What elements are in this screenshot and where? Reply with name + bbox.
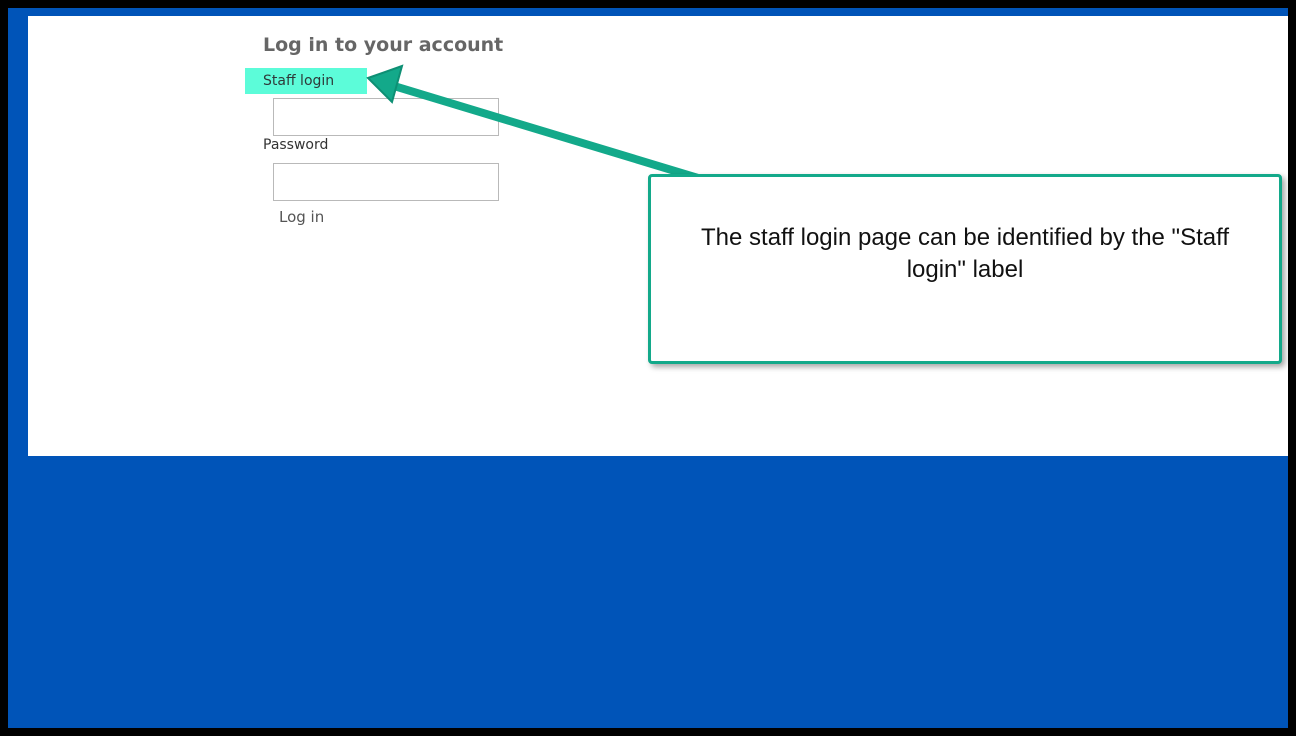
login-button[interactable]: Log in [273, 208, 330, 226]
password-label: Password [263, 137, 329, 153]
callout-box: The staff login page can be identified b… [648, 174, 1282, 364]
login-title: Log in to your account [263, 34, 504, 56]
screenshot-frame: Log in to your account Staff login Passw… [8, 8, 1288, 728]
username-input[interactable] [273, 98, 499, 136]
staff-login-label-text: Staff login [263, 73, 335, 89]
staff-login-label: Staff login [245, 68, 367, 94]
password-input[interactable] [273, 163, 499, 201]
callout-text: The staff login page can be identified b… [701, 224, 1229, 283]
